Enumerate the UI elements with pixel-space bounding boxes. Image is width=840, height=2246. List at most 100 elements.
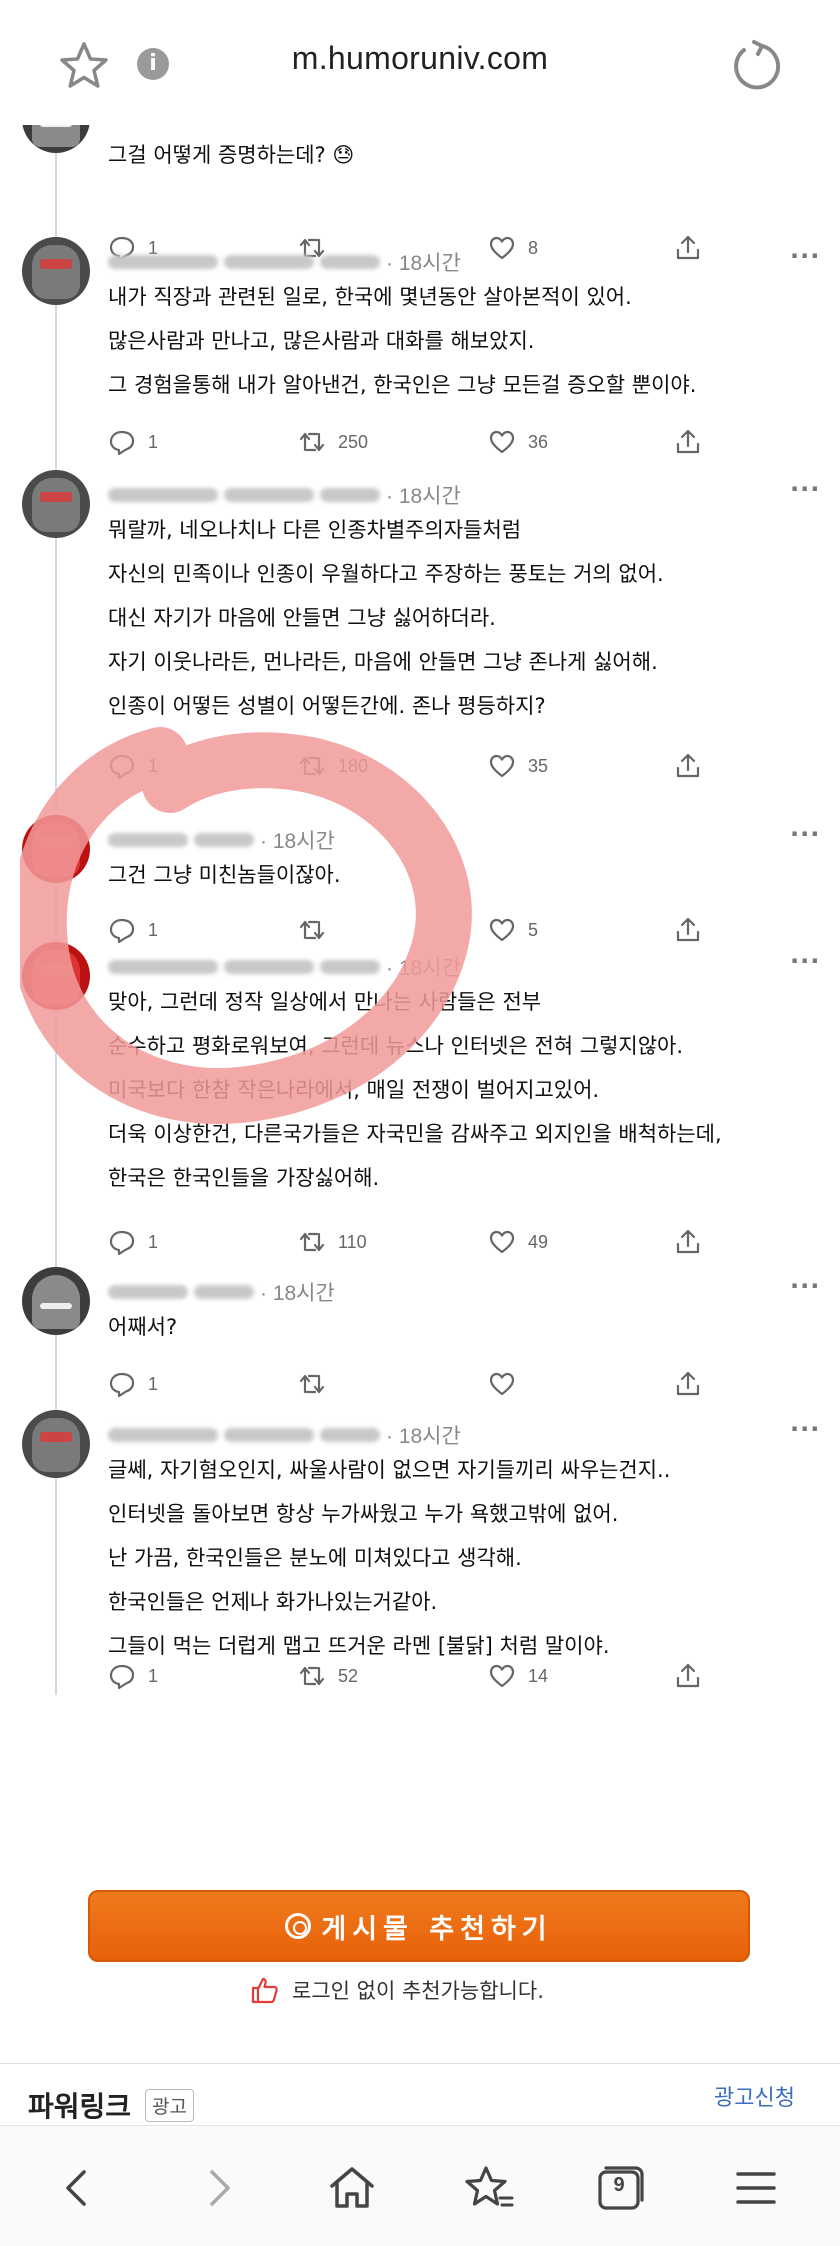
share-button[interactable] <box>674 426 714 458</box>
ad-apply-link[interactable]: 광고신청 <box>714 2080 795 2112</box>
like-button[interactable]: 14 <box>488 1660 548 1692</box>
tweet-text-line: 한국은 한국인들을 가장싫어해. <box>108 1166 380 1190</box>
tweet-text-line: 자신의 민족이나 인종이 우월하다고 주장하는 풍토는 거의 없어. <box>108 562 664 586</box>
share-button[interactable] <box>674 750 714 782</box>
recommend-post-button[interactable]: 게시물 추천하기 <box>88 1890 750 1962</box>
heart-icon <box>489 1372 515 1396</box>
share-icon <box>676 917 700 942</box>
powerlink-header: 파워링크 광고 <box>28 2085 195 2125</box>
tweet-text-line: 순수하고 평화로워보여, 그런데 뉴스나 인터넷은 전혀 그렇지않아. <box>108 1034 684 1058</box>
avatar <box>22 470 90 538</box>
avatar <box>22 237 90 305</box>
avatar <box>22 1267 90 1335</box>
tweet-text: 맞아, 그런데 정작 일상에서 만나는 사람들은 전부 순수하고 평화로워보여,… <box>108 980 828 1200</box>
menu-icon[interactable] <box>726 2158 786 2218</box>
retweet-count: 52 <box>338 1665 359 1686</box>
more-options-icon[interactable]: ··· <box>790 475 820 503</box>
blurred-handle <box>320 255 380 269</box>
tweet-text: 뭐랄까, 네오나치나 다른 인종차별주의자들처럼 자신의 민족이나 인종이 우월… <box>108 508 828 728</box>
retweet-button[interactable]: 52 <box>298 1660 358 1692</box>
tweet-text-line: 뭐랄까, 네오나치나 다른 인종차별주의자들처럼 <box>108 518 522 542</box>
avatar <box>22 815 90 883</box>
recommend-note-text: 로그인 없이 추천가능합니다. <box>292 1979 544 2003</box>
reload-icon[interactable] <box>728 38 784 94</box>
reply-count: 1 <box>148 1231 159 1252</box>
tweet-actions: 1 110 49 <box>108 1226 728 1258</box>
bookmark-star-icon[interactable] <box>56 38 112 94</box>
reply-button[interactable]: 1 <box>108 750 158 782</box>
more-options-icon[interactable]: ··· <box>790 820 820 848</box>
like-button[interactable] <box>488 1368 528 1400</box>
powerlink-title: 파워링크 <box>28 2090 132 2123</box>
like-button[interactable]: 36 <box>488 426 548 458</box>
blurred-handle <box>224 488 314 502</box>
favorites-star-icon[interactable] <box>458 2158 518 2218</box>
browser-top-bar: i m.humoruniv.com <box>0 0 840 125</box>
reply-icon <box>109 918 135 944</box>
tweet-text-line: 내가 직장과 관련된 일로, 한국에 몇년동안 살아본적이 있어. <box>108 285 632 309</box>
reply-button[interactable]: 1 <box>108 1660 158 1692</box>
tweet-actions: 1 5 <box>108 914 728 946</box>
browser-bottom-nav: 9 <box>0 2125 840 2246</box>
retweet-icon <box>299 920 325 940</box>
tweet-text-line: 인터넷을 돌아보면 항상 누가싸웠고 누가 욕했고밖에 없어. <box>108 1502 619 1526</box>
tweet-meta: · 18시간 <box>108 480 461 510</box>
tweet-text-line: 많은사람과 만나고, 많은사람과 대화를 해보았지. <box>108 329 535 353</box>
retweet-button[interactable]: 250 <box>298 426 368 458</box>
tweet-text-line: 더욱 이상한건, 다른국가들은 자국민을 감싸주고 외지인을 배척하는데, <box>108 1122 722 1146</box>
tweet-actions: 1 180 35 <box>108 750 728 782</box>
retweet-button[interactable]: 110 <box>298 1226 367 1258</box>
retweet-button[interactable] <box>298 1368 338 1400</box>
tweet-text: 어째서? <box>108 1305 828 1349</box>
reply-button[interactable]: 1 <box>108 1226 158 1258</box>
reply-button[interactable]: 1 <box>108 1368 158 1400</box>
reply-count: 1 <box>148 431 159 452</box>
retweet-button[interactable]: 180 <box>298 750 368 782</box>
blurred-username <box>108 833 188 847</box>
retweet-button[interactable] <box>298 914 338 946</box>
forward-icon[interactable] <box>188 2158 248 2218</box>
reply-button[interactable]: 1 <box>108 426 158 458</box>
share-icon <box>676 1371 700 1396</box>
reply-button[interactable]: 1 <box>108 914 158 946</box>
heart-icon <box>489 430 515 454</box>
heart-icon <box>489 236 515 260</box>
like-button[interactable]: 5 <box>488 914 538 946</box>
like-count: 35 <box>528 755 549 776</box>
tweet-text-line: 어째서? <box>108 1315 178 1339</box>
share-icon <box>676 429 700 454</box>
back-icon[interactable] <box>48 2158 108 2218</box>
share-button[interactable] <box>674 1660 714 1692</box>
like-button[interactable]: 49 <box>488 1226 548 1258</box>
share-button[interactable] <box>674 232 714 264</box>
tweet-text-line: 난 가끔, 한국인들은 분노에 미쳐있다고 생각해. <box>108 1546 522 1570</box>
tweet-meta: · 18시간 <box>108 1277 335 1307</box>
recommend-note: 로그인 없이 추천가능합니다. <box>250 1973 544 2007</box>
blurred-handle <box>194 833 254 847</box>
share-button[interactable] <box>674 1226 714 1258</box>
like-button[interactable]: 8 <box>488 232 538 264</box>
site-info-icon[interactable]: i <box>137 48 169 80</box>
more-options-icon[interactable]: ··· <box>790 1415 820 1443</box>
share-button[interactable] <box>674 914 714 946</box>
tweet-time: · 18시간 <box>260 1282 335 1305</box>
recommend-button-label: 게시물 추천하기 <box>321 1913 553 1945</box>
like-button[interactable]: 35 <box>488 750 548 782</box>
reply-count: 1 <box>148 1665 159 1686</box>
tweet-text-line: 그 경험을통해 내가 알아낸건, 한국인은 그냥 모든걸 증오할 뿐이야. <box>108 373 697 397</box>
heart-icon <box>489 754 515 778</box>
tweet-time: · 18시간 <box>386 252 461 275</box>
tab-count: 9 <box>613 2174 625 2196</box>
more-options-icon[interactable]: ··· <box>790 947 820 975</box>
share-icon <box>676 1229 700 1254</box>
more-options-icon[interactable]: ··· <box>790 1272 820 1300</box>
tabs-button[interactable]: 9 <box>590 2158 650 2218</box>
share-icon <box>676 235 700 260</box>
share-button[interactable] <box>674 1368 714 1400</box>
more-options-icon[interactable]: ··· <box>790 242 820 270</box>
retweet-icon <box>299 1232 325 1252</box>
tweet-actions: 1 52 14 <box>108 1660 728 1692</box>
home-icon[interactable] <box>322 2158 382 2218</box>
reply-icon <box>109 430 135 456</box>
address-bar-url[interactable]: m.humoruniv.com <box>200 40 640 77</box>
